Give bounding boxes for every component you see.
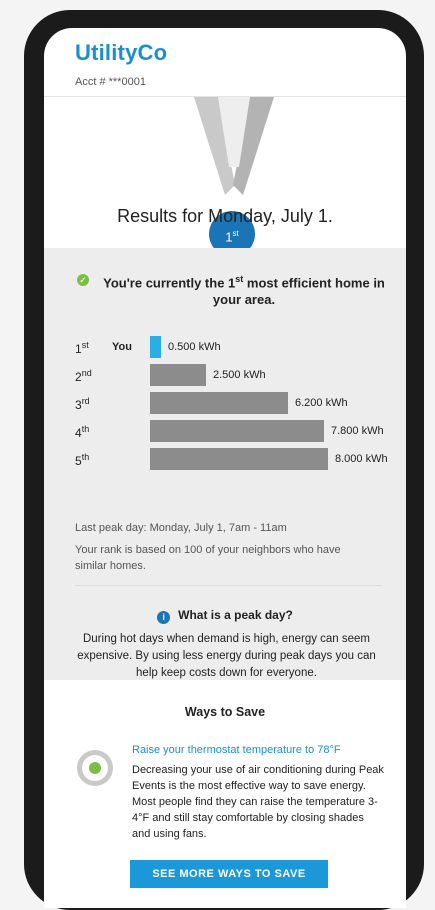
rank-bar (150, 364, 206, 386)
tip-title-link[interactable]: Raise your thermostat temperature to 78°… (132, 744, 341, 756)
kwh-value: 7.800 kWh (331, 425, 384, 437)
thermostat-icon (77, 750, 113, 786)
rank-bar (150, 392, 288, 414)
results-title: Results for Monday, July 1. (117, 206, 333, 226)
rank-row: 1st You 0.500 kWh (75, 336, 405, 358)
rank-row: 2nd 2.500 kWh (75, 364, 405, 386)
rank-bar (150, 336, 161, 358)
tip-text: Decreasing your use of air conditioning … (132, 764, 384, 840)
efficiency-statement: You're currently the 1st most efficient … (103, 274, 385, 308)
brand-logo: UtilityCo (75, 40, 168, 65)
ribbon-icon (194, 97, 274, 195)
info-icon: i (157, 611, 171, 624)
rank-bar (150, 420, 324, 442)
header: UtilityCo Acct # ***0001 (44, 28, 406, 97)
phone-side-button (24, 215, 32, 275)
phone-side-button (24, 150, 32, 186)
divider (75, 585, 382, 586)
rank-row: 3rd 6.200 kWh (75, 392, 405, 414)
you-label: You (112, 341, 132, 353)
rank-label: 4th (75, 424, 90, 440)
kwh-value: 8.000 kWh (335, 453, 388, 465)
kwh-value: 2.500 kWh (213, 369, 266, 381)
rank-label: 3rd (75, 396, 90, 412)
account-number: Acct # ***0001 (75, 76, 146, 88)
rank-label: 2nd (75, 368, 92, 384)
peak-day-text: During hot days when demand is high, ene… (77, 633, 376, 679)
rank-row: 4th 7.800 kWh (75, 420, 405, 442)
kwh-value: 0.500 kWh (168, 341, 221, 353)
phone-side-button (24, 295, 32, 355)
rank-bar (150, 448, 328, 470)
rank-label: 5th (75, 452, 90, 468)
email-screen: UtilityCo Acct # ***0001 1st Results for… (44, 28, 406, 908)
last-peak-day: Last peak day: Monday, July 1, 7am - 11a… (75, 522, 287, 534)
kwh-value: 6.200 kWh (295, 397, 348, 409)
rank-label: 1st (75, 340, 89, 356)
see-more-ways-button[interactable]: SEE MORE WAYS TO SAVE (130, 860, 328, 888)
ranking-panel: ✓ You're currently the 1st most efficien… (44, 248, 406, 680)
ways-to-save-title: Ways to Save (184, 705, 266, 719)
rank-row: 5th 8.000 kWh (75, 448, 405, 470)
rank-note: Your rank is based on 100 of your neighb… (75, 544, 341, 572)
peak-day-heading: i What is a peak day? (44, 608, 406, 624)
